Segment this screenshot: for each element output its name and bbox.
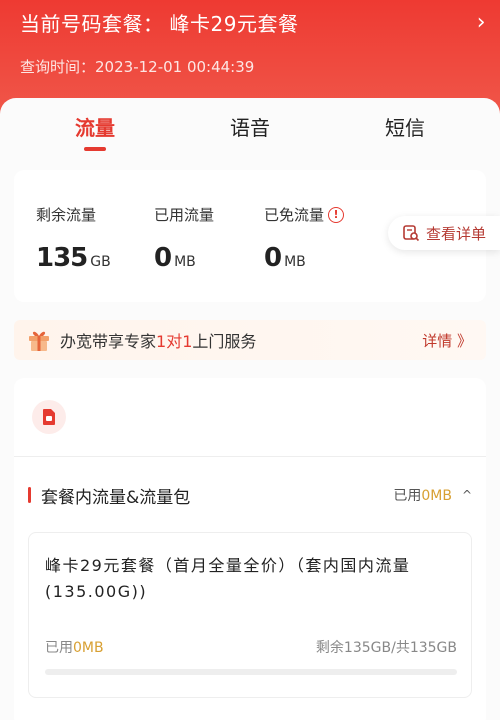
stat-exempt-value: 0 xyxy=(264,243,282,273)
section-used-value: 0MB xyxy=(421,488,452,504)
package-remaining: 剩余135GB/共135GB xyxy=(315,640,457,656)
promo-text: 办宽带享专家1对1上门服务 xyxy=(60,328,256,352)
query-time-row: 查询时间：2023-12-01 00:44:39 xyxy=(20,56,254,77)
package-progress-track xyxy=(45,669,457,675)
stat-exempt-label: 已免流量 xyxy=(264,206,325,224)
broadband-promo-banner[interactable]: 办宽带享专家1对1上门服务 详情 》 xyxy=(14,320,486,360)
divider xyxy=(14,456,486,457)
stat-used: 已用流量 0 MB xyxy=(154,204,214,273)
package-used-prefix: 已用 xyxy=(45,640,73,656)
package-card: 套餐内流量&流量包 已用0MB ^ 峰卡29元套餐（首月全量全价）（套内国内流量… xyxy=(14,378,486,720)
package-used: 已用0MB xyxy=(45,637,104,657)
info-icon[interactable]: ! xyxy=(328,206,345,223)
current-plan-row[interactable]: 当前号码套餐： 峰卡29元套餐 › xyxy=(20,8,486,36)
tab-active-indicator xyxy=(84,147,106,151)
promo-highlight: 1对1 xyxy=(156,332,193,351)
document-search-icon xyxy=(403,225,420,242)
tab-bar: 流量 语音 短信 xyxy=(0,98,500,160)
section-used: 已用0MB xyxy=(393,485,452,505)
stat-used-label: 已用流量 xyxy=(154,206,215,224)
chevron-right-icon[interactable]: › xyxy=(477,10,486,35)
main-panel: 流量 语音 短信 剩余流量 135 GB 已用流量 0 MB 已免流量 ! 0 … xyxy=(0,98,500,720)
package-section-header[interactable]: 套餐内流量&流量包 已用0MB ^ xyxy=(28,483,472,508)
view-details-button[interactable]: 查看详单 xyxy=(387,216,500,250)
stat-exempt-unit: MB xyxy=(284,254,306,270)
promo-details-link[interactable]: 详情 》 xyxy=(422,330,472,351)
query-time: 2023-12-01 00:44:39 xyxy=(95,58,255,76)
stat-remaining-value: 135 xyxy=(36,243,88,273)
sim-card-icon xyxy=(32,400,66,434)
promo-text-after: 上门服务 xyxy=(192,332,257,351)
usage-summary-card: 剩余流量 135 GB 已用流量 0 MB 已免流量 ! 0 MB 查看详单 xyxy=(14,170,500,302)
section-used-prefix: 已用 xyxy=(393,488,422,504)
promo-text-before: 办宽带享专家 xyxy=(60,332,157,351)
stat-remaining-unit: GB xyxy=(90,254,111,270)
stat-used-value: 0 xyxy=(154,243,172,273)
package-used-value: 0MB xyxy=(73,640,104,656)
view-details-label: 查看详单 xyxy=(425,224,486,243)
gift-icon xyxy=(29,331,49,351)
tab-voice[interactable]: 语音 xyxy=(230,112,270,141)
tab-data[interactable]: 流量 xyxy=(75,112,115,141)
stat-used-unit: MB xyxy=(174,254,196,270)
plan-name: 峰卡29元套餐 xyxy=(169,11,299,36)
tab-sms[interactable]: 短信 xyxy=(385,112,425,141)
chevron-up-icon[interactable]: ^ xyxy=(462,488,472,502)
package-item: 峰卡29元套餐（首月全量全价）（套内国内流量(135.00G)) 已用0MB 剩… xyxy=(28,532,472,698)
query-label: 查询时间： xyxy=(20,58,96,76)
stat-remaining: 剩余流量 135 GB xyxy=(36,204,111,273)
plan-label: 当前号码套餐： xyxy=(20,11,164,36)
stat-exempt: 已免流量 ! 0 MB xyxy=(264,204,345,273)
section-accent-bar xyxy=(28,487,31,503)
package-name: 峰卡29元套餐（首月全量全价）（套内国内流量(135.00G)) xyxy=(45,556,411,601)
section-title: 套餐内流量&流量包 xyxy=(41,487,191,508)
stat-remaining-label: 剩余流量 xyxy=(36,206,97,224)
